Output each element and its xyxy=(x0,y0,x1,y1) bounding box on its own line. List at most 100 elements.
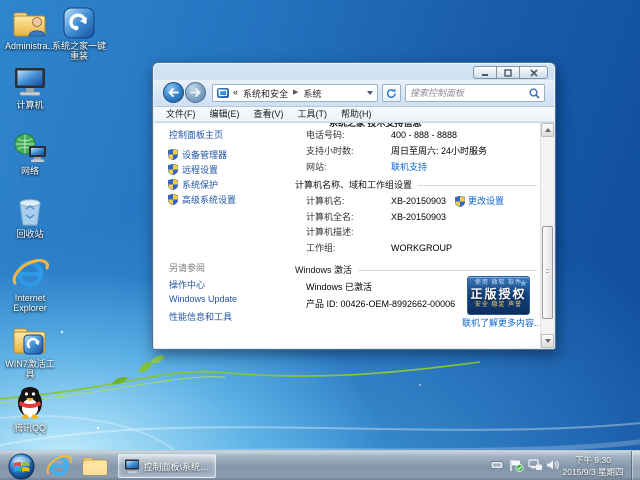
maximize-icon xyxy=(504,69,512,77)
task-button-label: 控制面板\系统和... xyxy=(143,460,210,473)
activation-tool-folder-icon xyxy=(3,323,57,357)
badge-bottom-text: 安全 稳定 声誉 xyxy=(468,301,529,309)
taskbar-task-control-panel-system[interactable]: 控制面板\系统和... xyxy=(118,454,216,478)
icon-label: 系统之家一键 重装 xyxy=(49,41,109,61)
windows-start-orb-icon xyxy=(8,453,35,480)
minimize-button[interactable] xyxy=(473,66,496,79)
activation-status: Windows 已激活 xyxy=(306,282,372,292)
learn-more-online-link[interactable]: 联机了解更多内容... xyxy=(462,318,542,328)
sidebar-performance-tools[interactable]: 性能信息和工具 xyxy=(169,310,232,323)
clock-date: 2015/9/3 星期四 xyxy=(558,466,628,478)
scroll-up-button[interactable] xyxy=(541,123,554,137)
network-icon xyxy=(3,130,57,164)
scrollbar-thumb[interactable] xyxy=(542,226,553,319)
breadcrumb: « 系统和安全 ▶ 系统 xyxy=(233,87,363,100)
taskbar-internet-explorer[interactable] xyxy=(44,453,74,479)
workgroup-label: 工作组: xyxy=(306,243,336,253)
breadcrumb-prefix[interactable]: « xyxy=(233,87,238,100)
menu-file[interactable]: 文件(F) xyxy=(159,107,203,121)
full-computer-name-label: 计算机全名: xyxy=(306,212,354,222)
sidebar-device-manager[interactable]: 设备管理器 xyxy=(184,148,227,161)
support-hours-value: 周日至周六: 24小时服务 xyxy=(391,146,487,156)
sidebar-control-panel-home[interactable]: 控制面板主页 xyxy=(169,128,223,141)
reinstall-app-icon xyxy=(49,5,109,39)
scroll-down-button[interactable] xyxy=(541,334,554,348)
system-control-panel-window: « 系统和安全 ▶ 系统 文件(F) 编辑(E) 查看(V) 工具(T) xyxy=(152,62,556,350)
tray-network-icon[interactable] xyxy=(528,459,543,473)
sidebar-task-label: 远程设置 xyxy=(182,163,218,176)
sidebar-remote-settings[interactable]: 远程设置 xyxy=(184,163,218,176)
search-input[interactable] xyxy=(410,88,529,98)
system-window-icon xyxy=(124,459,139,474)
computer-name-section: 计算机名称、域和工作组设置 xyxy=(295,178,537,191)
breadcrumb-system[interactable]: 系统 xyxy=(303,87,321,100)
menu-edit[interactable]: 编辑(E) xyxy=(203,107,247,121)
forward-button[interactable] xyxy=(185,82,206,103)
maximize-button[interactable] xyxy=(496,66,519,79)
navigation-bar: « 系统和安全 ▶ 系统 xyxy=(154,80,554,107)
address-dropdown-icon[interactable] xyxy=(367,91,373,95)
sidebar-task-label: 系统保护 xyxy=(182,178,218,191)
desktop-icon-xitongzhijia-reinstall[interactable]: 系统之家一键 重装 xyxy=(49,5,109,61)
start-button[interactable] xyxy=(7,453,35,479)
folder-icon xyxy=(82,455,108,477)
window-titlebar[interactable] xyxy=(153,63,555,80)
uac-shield-icon xyxy=(168,179,178,190)
refresh-button[interactable] xyxy=(382,84,401,102)
sidebar-system-protection[interactable]: 系统保护 xyxy=(184,178,218,191)
online-support-link[interactable]: 联机支持 xyxy=(391,162,427,172)
full-computer-name-value: XB-20150903 xyxy=(391,212,446,222)
uac-shield-icon xyxy=(455,196,465,207)
close-button[interactable] xyxy=(519,66,548,79)
back-button[interactable] xyxy=(163,82,184,103)
sidebar-advanced-system-settings[interactable]: 高级系统设置 xyxy=(184,193,236,206)
menu-help[interactable]: 帮助(H) xyxy=(334,107,379,121)
icon-label: 腾讯QQ xyxy=(3,423,57,433)
desktop-icon-win7-activation-tool[interactable]: WIN7激活工 具 xyxy=(3,323,57,379)
scroll-up-icon xyxy=(545,128,551,132)
clipped-scrolled-row: 系统之家 技术支持信息 xyxy=(329,123,422,127)
sidebar-action-center[interactable]: 操作中心 xyxy=(169,278,205,291)
computer-name-value: XB-20150903 xyxy=(391,196,446,206)
computer-name-label: 计算机名: xyxy=(306,196,345,206)
desktop-icon-computer[interactable]: 计算机 xyxy=(3,64,57,110)
sidebar-task-label: 设备管理器 xyxy=(182,148,227,161)
minimize-icon xyxy=(481,69,489,77)
desktop-icon-internet-explorer[interactable]: Internet Explorer xyxy=(3,257,57,313)
tray-action-center-flag-icon[interactable] xyxy=(509,459,524,474)
phone-label: 电话号码: xyxy=(306,130,345,140)
icon-label: 回收站 xyxy=(3,229,57,239)
scrollbar-grip xyxy=(546,269,549,275)
menu-view[interactable]: 查看(V) xyxy=(247,107,291,121)
icon-label: 网络 xyxy=(3,166,57,176)
sidebar-windows-update[interactable]: Windows Update xyxy=(169,294,237,304)
scroll-down-icon xyxy=(545,339,551,343)
windows-activation-section: Windows 激活 xyxy=(295,263,537,276)
back-arrow-icon xyxy=(168,88,179,97)
change-settings-link[interactable]: 更改设置 xyxy=(455,195,504,207)
desktop-icon-tencent-qq[interactable]: 腾讯QQ xyxy=(3,387,57,433)
system-page-icon xyxy=(217,88,229,99)
search-box[interactable] xyxy=(405,84,545,102)
show-desktop-button[interactable] xyxy=(631,451,640,480)
forward-arrow-icon xyxy=(190,88,201,97)
taskbar-explorer[interactable] xyxy=(80,453,110,479)
product-id: 产品 ID: 00426-OEM-8992662-00006 xyxy=(306,299,455,309)
address-bar[interactable]: « 系统和安全 ▶ 系统 xyxy=(212,84,378,102)
tray-input-indicator-icon[interactable] xyxy=(490,459,504,473)
icon-label: WIN7激活工 具 xyxy=(3,359,57,379)
icon-label: 计算机 xyxy=(3,100,57,110)
menu-tools[interactable]: 工具(T) xyxy=(291,107,335,121)
desktop-icon-recycle-bin[interactable]: 回收站 xyxy=(3,193,57,239)
uac-shield-icon xyxy=(168,194,178,205)
menu-bar: 文件(F) 编辑(E) 查看(V) 工具(T) 帮助(H) xyxy=(154,107,554,122)
clock-time: 下午 9:30 xyxy=(558,454,628,466)
desktop-icon-network[interactable]: 网络 xyxy=(3,130,57,176)
breadcrumb-security[interactable]: 系统和安全 xyxy=(243,87,288,100)
phone-value: 400 - 888 - 8888 xyxy=(391,130,457,140)
genuine-star-icon: ✯ xyxy=(519,278,527,289)
search-icon[interactable] xyxy=(529,88,540,99)
vertical-scrollbar[interactable] xyxy=(540,123,554,348)
badge-main-text: 正版授权 xyxy=(468,287,529,301)
taskbar-clock[interactable]: 下午 9:30 2015/9/3 星期四 xyxy=(558,454,628,478)
